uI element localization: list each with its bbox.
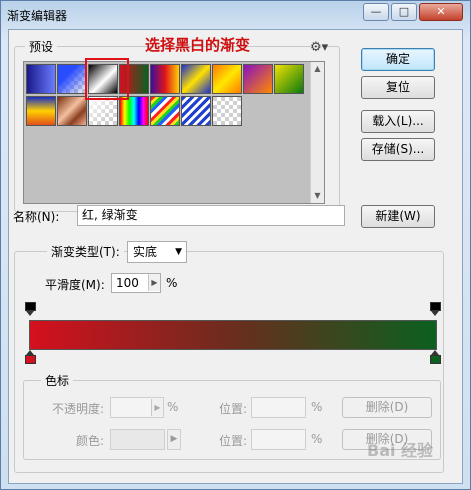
color-location-input[interactable] <box>251 429 306 450</box>
preset-swatch-12[interactable] <box>88 96 118 126</box>
preset-swatch-7[interactable] <box>212 64 242 94</box>
arrow-right-icon[interactable]: ▶ <box>148 274 160 291</box>
close-button[interactable]: ✕ <box>419 3 463 21</box>
preset-swatch-panel: ▲ ▼ <box>23 61 325 204</box>
dialog-client-area: 预设 选择黑白的渐变 ⚙▾ ▲ ▼ 确定 复位 载入(L)... 存储(S)..… <box>8 29 463 484</box>
smoothness-unit: % <box>166 276 178 290</box>
gradient-preview-bar[interactable] <box>29 320 437 350</box>
name-input[interactable]: 红, 绿渐变 <box>77 205 345 226</box>
title-bar[interactable]: 渐变编辑器 — □ ✕ <box>1 1 470 29</box>
color-location-unit: % <box>311 432 323 446</box>
chevron-down-icon: ▼ <box>175 247 182 257</box>
preset-swatch-9[interactable] <box>274 64 304 94</box>
minimize-button[interactable]: — <box>363 3 389 21</box>
opacity-location-label: 位置: <box>219 402 248 416</box>
color-swatch-field[interactable] <box>110 429 165 450</box>
presets-scrollbar[interactable]: ▲ ▼ <box>310 62 324 203</box>
delete-opacity-stop-button[interactable]: 删除(D) <box>342 397 432 418</box>
new-button[interactable]: 新建(W) <box>361 205 435 228</box>
name-label: 名称(N): <box>13 210 60 224</box>
stops-label: 色标 <box>41 372 74 389</box>
preset-swatch-11[interactable] <box>57 96 87 126</box>
watermark: Bai 经验 <box>367 441 434 460</box>
opacity-unit: % <box>167 400 179 414</box>
preset-swatch-5[interactable] <box>150 64 180 94</box>
preset-swatch-1[interactable] <box>26 64 56 94</box>
annotation-highlight-box <box>85 58 129 100</box>
smoothness-input[interactable]: 100 ▶ <box>111 273 161 293</box>
preset-swatch-8[interactable] <box>243 64 273 94</box>
opacity-stop-left[interactable] <box>25 302 36 316</box>
scroll-up-icon[interactable]: ▲ <box>311 62 324 76</box>
opacity-location-unit: % <box>311 400 323 414</box>
gradient-type-select[interactable]: 实底 ▼ <box>127 241 187 263</box>
presets-label: 预设 <box>25 38 58 55</box>
opacity-label: 不透明度: <box>52 402 105 416</box>
window-title: 渐变编辑器 <box>7 9 68 23</box>
ok-button[interactable]: 确定 <box>361 48 435 71</box>
gradient-editor-window: 渐变编辑器 — □ ✕ 预设 选择黑白的渐变 ⚙▾ ▲ ▼ 确定 复位 载入(L… <box>0 0 471 490</box>
arrow-right-icon: ▶ <box>151 399 163 416</box>
opacity-input[interactable]: ▶ <box>110 397 164 418</box>
annotation-text: 选择黑白的渐变 <box>145 36 251 54</box>
preset-swatch-15[interactable] <box>181 96 211 126</box>
reset-button[interactable]: 复位 <box>361 76 435 99</box>
preset-swatch-10[interactable] <box>26 96 56 126</box>
color-stop-left[interactable] <box>25 350 36 364</box>
opacity-stop-right[interactable] <box>430 302 441 316</box>
gradient-type-label: 渐变类型(T): <box>47 243 124 260</box>
opacity-location-input[interactable] <box>251 397 306 418</box>
color-location-label: 位置: <box>219 434 248 448</box>
smoothness-label: 平滑度(M): <box>45 278 105 292</box>
gear-icon[interactable]: ⚙▾ <box>310 40 328 55</box>
smoothness-value: 100 <box>116 276 139 290</box>
preset-swatch-13[interactable] <box>119 96 149 126</box>
preset-swatch-14[interactable] <box>150 96 180 126</box>
arrow-right-icon[interactable]: ▶ <box>167 429 181 450</box>
preset-swatch-6[interactable] <box>181 64 211 94</box>
preset-swatch-2[interactable] <box>57 64 87 94</box>
color-stop-right[interactable] <box>430 350 441 364</box>
gradient-type-value: 实底 <box>133 245 158 259</box>
color-label: 颜色: <box>76 434 105 448</box>
scroll-down-icon[interactable]: ▼ <box>311 189 324 203</box>
save-button[interactable]: 存储(S)... <box>361 138 435 161</box>
load-button[interactable]: 载入(L)... <box>361 110 435 133</box>
maximize-button[interactable]: □ <box>391 3 417 21</box>
preset-swatch-16[interactable] <box>212 96 242 126</box>
